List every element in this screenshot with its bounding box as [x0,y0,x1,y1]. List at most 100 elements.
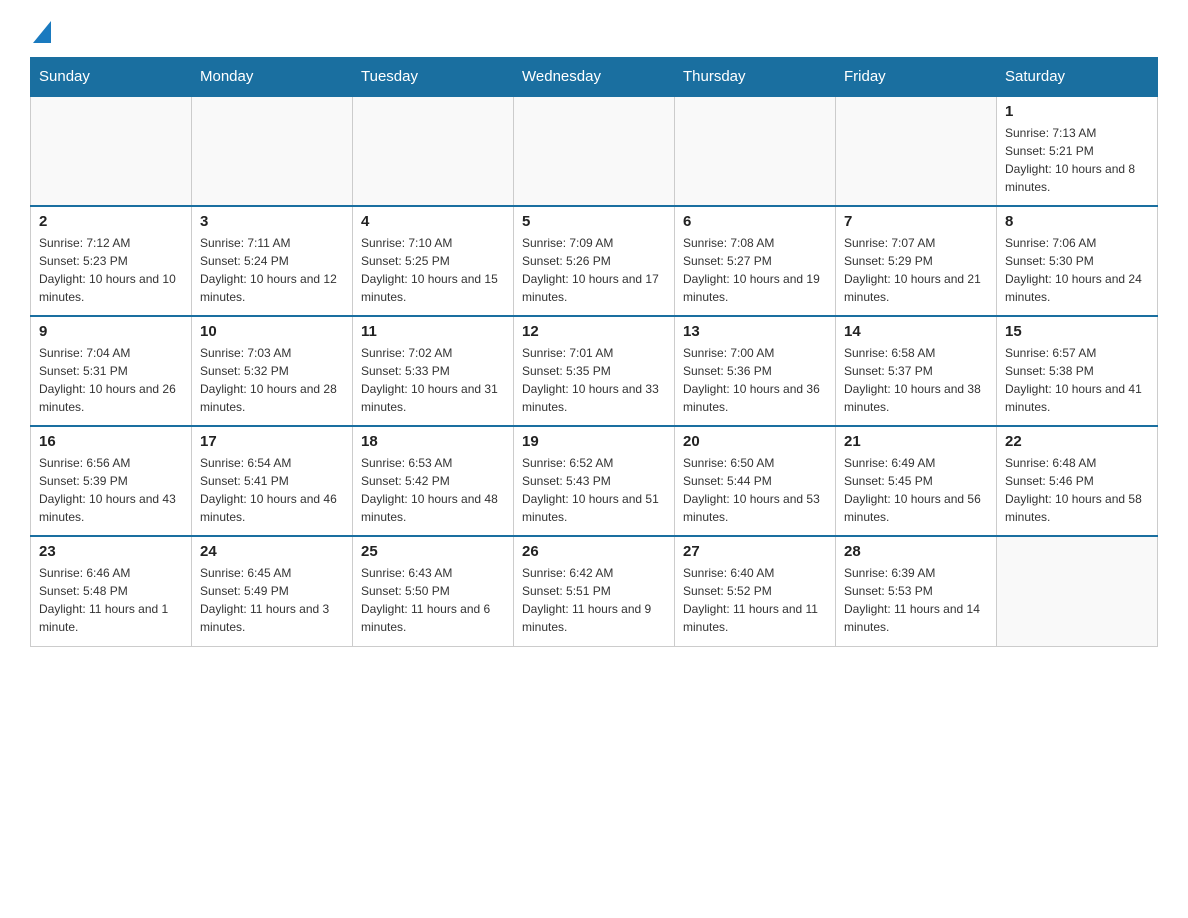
calendar-day-cell [997,536,1158,646]
calendar-day-cell [675,96,836,206]
calendar-day-cell: 7 Sunrise: 7:07 AM Sunset: 5:29 PM Daylig… [836,206,997,316]
calendar-week-row: 1 Sunrise: 7:13 AM Sunset: 5:21 PM Daylig… [31,96,1158,206]
day-info: Sunrise: 7:13 AM Sunset: 5:21 PM Dayligh… [1005,124,1149,196]
day-info: Sunrise: 7:07 AM Sunset: 5:29 PM Dayligh… [844,234,988,306]
day-number: 25 [361,543,505,560]
day-number: 5 [522,213,666,230]
day-number: 8 [1005,213,1149,230]
calendar-week-row: 23Sunrise: 6:46 AM Sunset: 5:48 PM Dayli… [31,536,1158,646]
calendar-day-cell: 22 Sunrise: 6:48 AM Sunset: 5:46 PM Dayli… [997,426,1158,536]
calendar-week-row: 9 Sunrise: 7:04 AM Sunset: 5:31 PM Daylig… [31,316,1158,426]
day-number: 7 [844,213,988,230]
calendar-day-cell [353,96,514,206]
day-info: Sunrise: 7:12 AM Sunset: 5:23 PM Dayligh… [39,234,183,306]
calendar-day-cell: 11Sunrise: 7:02 AM Sunset: 5:33 PM Dayli… [353,316,514,426]
day-info: Sunrise: 6:58 AM Sunset: 5:37 PM Dayligh… [844,344,988,416]
day-info: Sunrise: 6:39 AM Sunset: 5:53 PM Dayligh… [844,564,988,636]
day-number: 28 [844,543,988,560]
calendar-day-cell: 28 Sunrise: 6:39 AM Sunset: 5:53 PM Dayli… [836,536,997,646]
day-info: Sunrise: 7:04 AM Sunset: 5:31 PM Dayligh… [39,344,183,416]
day-info: Sunrise: 6:46 AM Sunset: 5:48 PM Dayligh… [39,564,183,636]
logo-arrow-icon [33,21,51,48]
calendar-day-cell: 27 Sunrise: 6:40 AM Sunset: 5:52 PM Dayli… [675,536,836,646]
calendar-day-cell: 19 Sunrise: 6:52 AM Sunset: 5:43 PM Dayli… [514,426,675,536]
day-info: Sunrise: 6:43 AM Sunset: 5:50 PM Dayligh… [361,564,505,636]
day-info: Sunrise: 7:08 AM Sunset: 5:27 PM Dayligh… [683,234,827,306]
calendar-header-row: SundayMondayTuesdayWednesdayThursdayFrid… [31,58,1158,97]
calendar-day-cell: 1 Sunrise: 7:13 AM Sunset: 5:21 PM Daylig… [997,96,1158,206]
day-info: Sunrise: 7:03 AM Sunset: 5:32 PM Dayligh… [200,344,344,416]
day-info: Sunrise: 7:06 AM Sunset: 5:30 PM Dayligh… [1005,234,1149,306]
day-number: 20 [683,433,827,450]
calendar-week-row: 2 Sunrise: 7:12 AM Sunset: 5:23 PM Daylig… [31,206,1158,316]
calendar-day-cell: 2 Sunrise: 7:12 AM Sunset: 5:23 PM Daylig… [31,206,192,316]
day-info: Sunrise: 6:42 AM Sunset: 5:51 PM Dayligh… [522,564,666,636]
calendar-day-cell: 8 Sunrise: 7:06 AM Sunset: 5:30 PM Daylig… [997,206,1158,316]
day-number: 19 [522,433,666,450]
calendar-header-wednesday: Wednesday [514,58,675,97]
calendar-day-cell: 20 Sunrise: 6:50 AM Sunset: 5:44 PM Dayli… [675,426,836,536]
day-info: Sunrise: 6:50 AM Sunset: 5:44 PM Dayligh… [683,454,827,526]
day-number: 13 [683,323,827,340]
calendar-day-cell: 3 Sunrise: 7:11 AM Sunset: 5:24 PM Daylig… [192,206,353,316]
calendar-day-cell [192,96,353,206]
day-number: 21 [844,433,988,450]
day-number: 14 [844,323,988,340]
day-number: 1 [1005,103,1149,120]
day-info: Sunrise: 6:48 AM Sunset: 5:46 PM Dayligh… [1005,454,1149,526]
day-number: 24 [200,543,344,560]
day-info: Sunrise: 6:40 AM Sunset: 5:52 PM Dayligh… [683,564,827,636]
calendar-week-row: 16 Sunrise: 6:56 AM Sunset: 5:39 PM Dayli… [31,426,1158,536]
day-info: Sunrise: 7:11 AM Sunset: 5:24 PM Dayligh… [200,234,344,306]
calendar-header-tuesday: Tuesday [353,58,514,97]
calendar-header-saturday: Saturday [997,58,1158,97]
day-number: 26 [522,543,666,560]
calendar-header-thursday: Thursday [675,58,836,97]
calendar-day-cell: 16 Sunrise: 6:56 AM Sunset: 5:39 PM Dayli… [31,426,192,536]
calendar-day-cell: 10 Sunrise: 7:03 AM Sunset: 5:32 PM Dayli… [192,316,353,426]
day-number: 11 [361,323,505,340]
calendar-header-sunday: Sunday [31,58,192,97]
calendar-header-monday: Monday [192,58,353,97]
calendar-day-cell: 5Sunrise: 7:09 AM Sunset: 5:26 PM Daylig… [514,206,675,316]
day-info: Sunrise: 6:56 AM Sunset: 5:39 PM Dayligh… [39,454,183,526]
day-number: 12 [522,323,666,340]
calendar-day-cell [31,96,192,206]
calendar-day-cell: 12 Sunrise: 7:01 AM Sunset: 5:35 PM Dayli… [514,316,675,426]
calendar-day-cell: 14 Sunrise: 6:58 AM Sunset: 5:37 PM Dayli… [836,316,997,426]
day-info: Sunrise: 6:53 AM Sunset: 5:42 PM Dayligh… [361,454,505,526]
day-number: 17 [200,433,344,450]
calendar-day-cell: 23Sunrise: 6:46 AM Sunset: 5:48 PM Dayli… [31,536,192,646]
day-info: Sunrise: 6:54 AM Sunset: 5:41 PM Dayligh… [200,454,344,526]
day-number: 15 [1005,323,1149,340]
calendar-day-cell: 17 Sunrise: 6:54 AM Sunset: 5:41 PM Dayli… [192,426,353,536]
day-info: Sunrise: 7:00 AM Sunset: 5:36 PM Dayligh… [683,344,827,416]
calendar-day-cell: 9 Sunrise: 7:04 AM Sunset: 5:31 PM Daylig… [31,316,192,426]
calendar-header-friday: Friday [836,58,997,97]
calendar-day-cell: 21 Sunrise: 6:49 AM Sunset: 5:45 PM Dayli… [836,426,997,536]
calendar-day-cell: 15 Sunrise: 6:57 AM Sunset: 5:38 PM Dayli… [997,316,1158,426]
day-number: 6 [683,213,827,230]
day-number: 3 [200,213,344,230]
day-info: Sunrise: 6:49 AM Sunset: 5:45 PM Dayligh… [844,454,988,526]
day-number: 16 [39,433,183,450]
page-header [30,20,1158,47]
calendar-day-cell: 24 Sunrise: 6:45 AM Sunset: 5:49 PM Dayli… [192,536,353,646]
day-info: Sunrise: 6:45 AM Sunset: 5:49 PM Dayligh… [200,564,344,636]
day-info: Sunrise: 7:10 AM Sunset: 5:25 PM Dayligh… [361,234,505,306]
day-number: 22 [1005,433,1149,450]
day-number: 4 [361,213,505,230]
calendar-day-cell: 26 Sunrise: 6:42 AM Sunset: 5:51 PM Dayli… [514,536,675,646]
day-number: 18 [361,433,505,450]
day-info: Sunrise: 6:52 AM Sunset: 5:43 PM Dayligh… [522,454,666,526]
day-info: Sunrise: 7:01 AM Sunset: 5:35 PM Dayligh… [522,344,666,416]
calendar-table: SundayMondayTuesdayWednesdayThursdayFrid… [30,57,1158,647]
day-number: 9 [39,323,183,340]
day-number: 2 [39,213,183,230]
calendar-day-cell: 18 Sunrise: 6:53 AM Sunset: 5:42 PM Dayli… [353,426,514,536]
day-number: 10 [200,323,344,340]
day-info: Sunrise: 6:57 AM Sunset: 5:38 PM Dayligh… [1005,344,1149,416]
day-number: 27 [683,543,827,560]
logo [30,20,51,47]
calendar-day-cell [836,96,997,206]
